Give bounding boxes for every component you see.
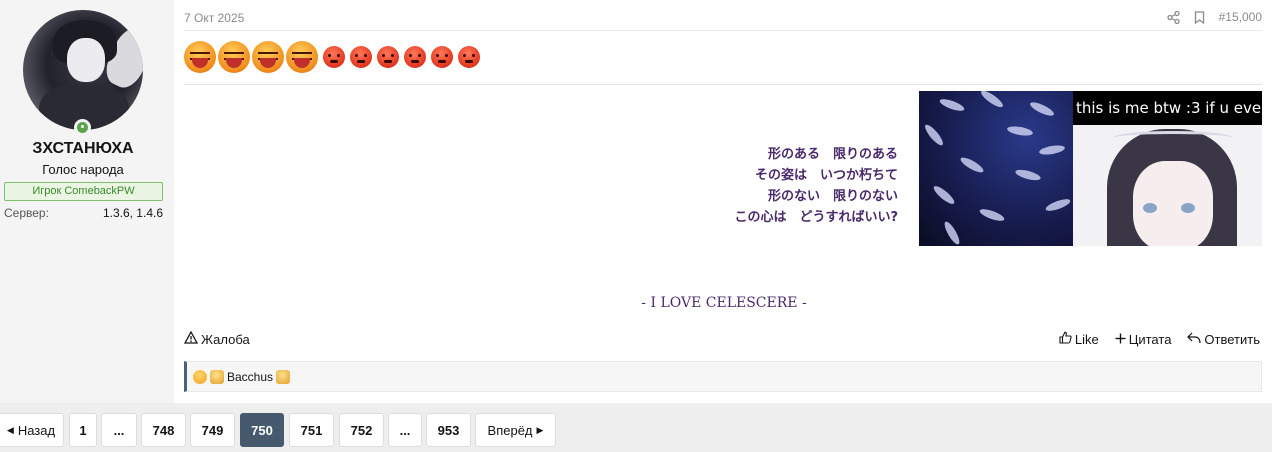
online-status-icon — [74, 119, 91, 136]
angry-emoji-icon — [458, 46, 480, 68]
quote-label: Цитата — [1128, 331, 1172, 347]
poem-line: その姿は いつか朽ちて — [754, 168, 898, 183]
server-value: 1.3.6, 1.4.6 — [102, 206, 163, 220]
next-page-button[interactable]: Вперёд ▶ — [475, 413, 556, 447]
emoji-row — [184, 41, 480, 73]
caret-right-icon: ▶ — [536, 424, 544, 435]
server-label: Сервер: — [4, 206, 49, 220]
post-header-actions: #15,000 — [1166, 10, 1262, 24]
angry-emoji-icon — [323, 46, 345, 68]
shocked-reaction-icon — [193, 369, 207, 384]
reply-icon — [1187, 332, 1202, 347]
avatar[interactable] — [23, 10, 143, 130]
image-caption: this is me btw :3 if u even care.. ^_^ — [1073, 91, 1262, 125]
beer-reaction-icon — [210, 369, 224, 384]
next-page-label: Вперёд — [487, 422, 533, 438]
laughing-emoji-icon — [286, 41, 318, 73]
page-button[interactable]: 752 — [339, 413, 384, 447]
laughing-emoji-icon — [252, 41, 284, 73]
laughing-emoji-icon — [184, 41, 216, 73]
post-number[interactable]: #15,000 — [1219, 10, 1262, 24]
page-button[interactable]: 748 — [141, 413, 186, 447]
fish-image — [919, 91, 1073, 246]
user-title: Голос народа — [42, 162, 124, 177]
angry-emoji-icon — [377, 46, 399, 68]
reactions-bar[interactable]: Bacchus — [184, 361, 1262, 392]
reply-label: Ответить — [1204, 331, 1260, 347]
page-button[interactable]: 749 — [190, 413, 235, 447]
reaction-user[interactable]: Bacchus — [227, 370, 273, 384]
angry-emoji-icon — [350, 46, 372, 68]
pagination: ◀ Назад 1 ... 748 749 750 751 752 ... 95… — [0, 403, 1272, 452]
divider — [184, 30, 1262, 31]
signature-poem: 形のある 限りのある その姿は いつか朽ちて 形のない 限りのない この心は ど… — [734, 144, 898, 228]
caret-left-icon: ◀ — [6, 424, 14, 435]
username[interactable]: ЗХСТАНЮХА — [0, 140, 166, 158]
report-button[interactable]: Жалоба — [183, 330, 250, 347]
share-icon[interactable] — [1166, 10, 1180, 24]
page-ellipsis-button[interactable]: ... — [388, 413, 422, 447]
page-ellipsis-button[interactable]: ... — [101, 413, 137, 447]
forum-post: ЗХСТАНЮХА Голос народа Игрок ComebackPW … — [0, 0, 1272, 403]
warning-icon — [183, 330, 199, 347]
poem-line: 形のある 限りのある — [767, 147, 898, 162]
signature-divider — [184, 84, 1262, 85]
bookmark-icon[interactable] — [1194, 10, 1205, 24]
girl-image: this is me btw :3 if u even care.. ^_^ — [1073, 91, 1262, 246]
prev-page-button[interactable]: ◀ Назад — [0, 413, 64, 447]
beer-reaction-icon — [276, 369, 291, 384]
current-page-button[interactable]: 750 — [240, 413, 284, 447]
user-info-column: ЗХСТАНЮХА Голос народа Игрок ComebackPW … — [0, 0, 174, 403]
quote-button[interactable]: Цитата — [1115, 331, 1172, 347]
like-button[interactable]: Like — [1059, 331, 1099, 347]
laughing-emoji-icon — [218, 41, 250, 73]
poem-line: この心は どうすればいい? — [734, 210, 898, 225]
post-date[interactable]: 7 Окт 2025 — [184, 11, 244, 25]
last-page-button[interactable]: 953 — [426, 413, 471, 447]
user-banner: Игрок ComebackPW — [4, 182, 163, 201]
report-label: Жалоба — [201, 331, 250, 347]
angry-emoji-icon — [431, 46, 453, 68]
post-actions: Like Цитата Ответить — [1059, 331, 1260, 347]
page-button[interactable]: 751 — [289, 413, 334, 447]
thumbs-up-icon — [1059, 331, 1072, 347]
reply-button[interactable]: Ответить — [1187, 331, 1260, 347]
prev-page-label: Назад — [17, 422, 56, 438]
page-button[interactable]: 1 — [69, 413, 97, 447]
like-label: Like — [1074, 331, 1099, 347]
poem-line: 形のない 限りのない — [767, 189, 898, 204]
angry-emoji-icon — [404, 46, 426, 68]
plus-icon — [1115, 332, 1126, 347]
signature-love-line: - I LOVE CELESCERE - — [641, 295, 807, 311]
